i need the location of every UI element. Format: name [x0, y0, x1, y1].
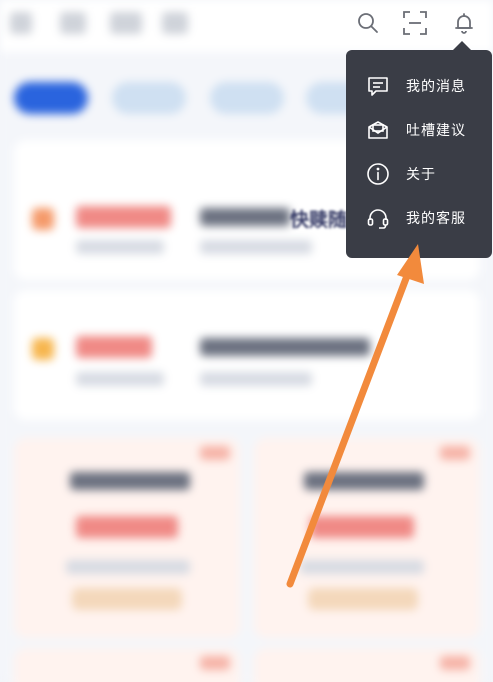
app-screen: 快赎随心 我的消息 吐槽建议 关于 我的客服: [0, 0, 493, 682]
annotation-arrow: [286, 244, 424, 588]
